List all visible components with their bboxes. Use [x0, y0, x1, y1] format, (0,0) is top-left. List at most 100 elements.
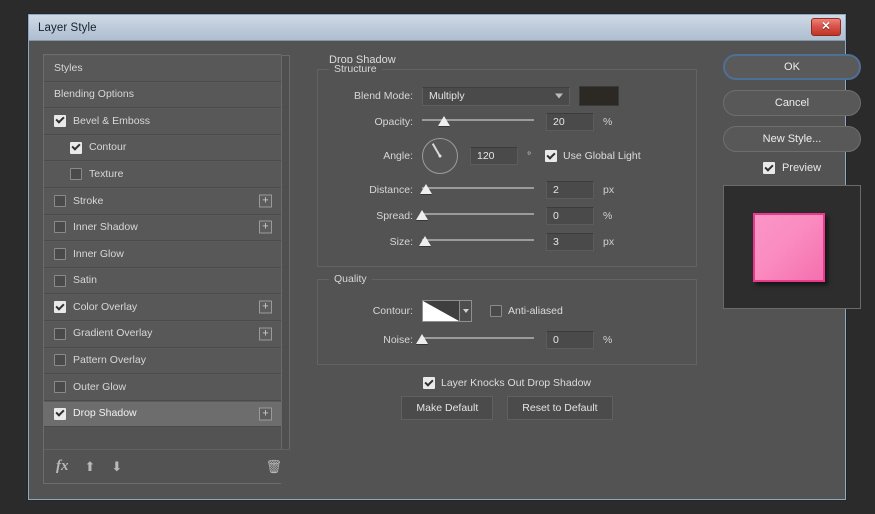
style-row-pattern-overlay[interactable]: Pattern Overlay [44, 348, 281, 375]
style-row-label: Color Overlay [73, 302, 137, 313]
style-checkbox[interactable] [54, 115, 66, 127]
opacity-slider-thumb[interactable] [438, 116, 450, 126]
chevron-down-icon [555, 94, 563, 99]
move-up-icon[interactable]: ⬆ [85, 460, 96, 473]
duplicate-effect-icon[interactable]: + [259, 301, 272, 314]
style-row-bevel-emboss[interactable]: Bevel & Emboss [44, 108, 281, 135]
fx-icon[interactable]: fx [56, 459, 69, 474]
dialog-titlebar: Layer Style ✕ [29, 15, 845, 41]
structure-legend: Structure [329, 63, 382, 75]
close-icon[interactable]: ✕ [811, 18, 841, 36]
duplicate-effect-icon[interactable]: + [259, 327, 272, 340]
spread-slider[interactable] [422, 206, 534, 226]
style-row-blending-options[interactable]: Blending Options [44, 82, 281, 109]
style-checkbox[interactable] [54, 195, 66, 207]
preview-label: Preview [782, 162, 821, 174]
size-slider[interactable] [422, 232, 534, 252]
anti-aliased-checkbox[interactable]: Anti-aliased [490, 305, 563, 317]
style-checkbox[interactable] [54, 328, 66, 340]
ok-button[interactable]: OK [723, 54, 861, 80]
style-row-outer-glow[interactable]: Outer Glow [44, 374, 281, 401]
noise-input[interactable]: 0 [546, 331, 594, 349]
size-slider-thumb[interactable] [419, 236, 431, 246]
layer-knocks-out-check-icon [423, 377, 435, 389]
opacity-input[interactable]: 20 [546, 113, 594, 131]
spread-unit: % [603, 210, 621, 222]
distance-label: Distance: [330, 184, 422, 196]
style-row-label: Outer Glow [73, 382, 126, 393]
distance-input[interactable]: 2 [546, 181, 594, 199]
style-row-label: Contour [89, 142, 126, 153]
spread-label: Spread: [330, 210, 422, 222]
structure-group: Structure Blend Mode: Multiply Opacity: [317, 69, 697, 267]
blend-mode-select[interactable]: Multiply [422, 87, 570, 106]
angle-label: Angle: [330, 150, 422, 162]
style-row-drop-shadow[interactable]: Drop Shadow + [44, 401, 281, 428]
shadow-color-swatch[interactable] [579, 86, 619, 106]
style-row-label: Texture [89, 169, 123, 180]
style-row-stroke[interactable]: Stroke+ [44, 188, 281, 215]
style-row-texture[interactable]: Texture [44, 161, 281, 188]
contour-dropdown-arrow[interactable] [459, 301, 471, 321]
distance-slider[interactable] [422, 180, 534, 200]
style-checkbox[interactable] [54, 248, 66, 260]
spread-slider-track [422, 213, 534, 215]
duplicate-effect-icon[interactable]: + [259, 221, 272, 234]
style-checkbox[interactable] [54, 354, 66, 366]
layer-knocks-out-label: Layer Knocks Out Drop Shadow [441, 377, 591, 389]
angle-dial-center [439, 155, 442, 158]
style-row-satin[interactable]: Satin [44, 268, 281, 295]
size-input[interactable]: 3 [546, 233, 594, 251]
style-checkbox[interactable] [54, 221, 66, 233]
style-checkbox[interactable] [54, 301, 66, 313]
new-style-button[interactable]: New Style... [723, 126, 861, 152]
use-global-light-label: Use Global Light [563, 150, 641, 162]
preview-shape [753, 213, 825, 282]
delete-icon[interactable]: 🗑 [265, 460, 282, 473]
duplicate-effect-icon[interactable]: + [259, 194, 272, 207]
style-row-color-overlay[interactable]: Color Overlay + [44, 294, 281, 321]
use-global-light-checkbox[interactable]: Use Global Light [545, 150, 641, 162]
noise-slider-thumb[interactable] [416, 334, 428, 344]
angle-unit: ° [527, 150, 545, 162]
quality-legend: Quality [329, 273, 372, 285]
opacity-slider[interactable] [422, 112, 534, 132]
noise-slider[interactable] [422, 330, 534, 350]
dialog-body: StylesBlending OptionsBevel & Emboss Cont… [29, 41, 845, 499]
contour-preset-picker[interactable] [422, 300, 472, 322]
opacity-unit: % [603, 116, 621, 128]
style-row-inner-shadow[interactable]: Inner Shadow+ [44, 215, 281, 242]
cancel-button[interactable]: Cancel [723, 90, 861, 116]
opacity-row: Opacity: 20 % [330, 110, 684, 134]
drop-shadow-settings: Drop Shadow Structure Blend Mode: Multip… [317, 54, 697, 484]
reset-to-default-button[interactable]: Reset to Default [507, 396, 612, 420]
styles-scrollbar[interactable] [281, 55, 290, 451]
distance-slider-thumb[interactable] [420, 184, 432, 194]
anti-aliased-check-icon [490, 305, 502, 317]
angle-dial[interactable] [422, 138, 458, 174]
move-down-icon[interactable]: ⬇ [111, 460, 122, 473]
style-checkbox[interactable] [70, 142, 82, 154]
style-checkbox[interactable] [54, 408, 66, 420]
action-buttons: OK Cancel New Style... Preview [723, 54, 861, 309]
style-row-styles[interactable]: Styles [44, 55, 281, 82]
layer-style-dialog: Layer Style ✕ StylesBlending OptionsBeve… [28, 14, 846, 500]
style-row-label: Drop Shadow [73, 408, 137, 419]
style-checkbox[interactable] [54, 381, 66, 393]
spread-input[interactable]: 0 [546, 207, 594, 225]
make-default-button[interactable]: Make Default [401, 396, 493, 420]
style-row-inner-glow[interactable]: Inner Glow [44, 241, 281, 268]
style-checkbox[interactable] [70, 168, 82, 180]
spread-slider-thumb[interactable] [416, 210, 428, 220]
angle-input[interactable]: 120 [470, 147, 518, 165]
style-row-contour[interactable]: Contour [44, 135, 281, 162]
styles-list[interactable]: StylesBlending OptionsBevel & Emboss Cont… [44, 55, 281, 449]
style-row-gradient-overlay[interactable]: Gradient Overlay+ [44, 321, 281, 348]
styles-toolbar: fx ⬆ ⬇ 🗑 [44, 449, 290, 483]
preview-checkbox[interactable]: Preview [723, 162, 861, 174]
styles-panel: StylesBlending OptionsBevel & Emboss Cont… [43, 54, 281, 484]
style-checkbox[interactable] [54, 275, 66, 287]
duplicate-effect-icon[interactable]: + [259, 407, 272, 420]
layer-knocks-out-checkbox[interactable]: Layer Knocks Out Drop Shadow [317, 377, 697, 389]
blend-mode-row: Blend Mode: Multiply [330, 84, 684, 108]
